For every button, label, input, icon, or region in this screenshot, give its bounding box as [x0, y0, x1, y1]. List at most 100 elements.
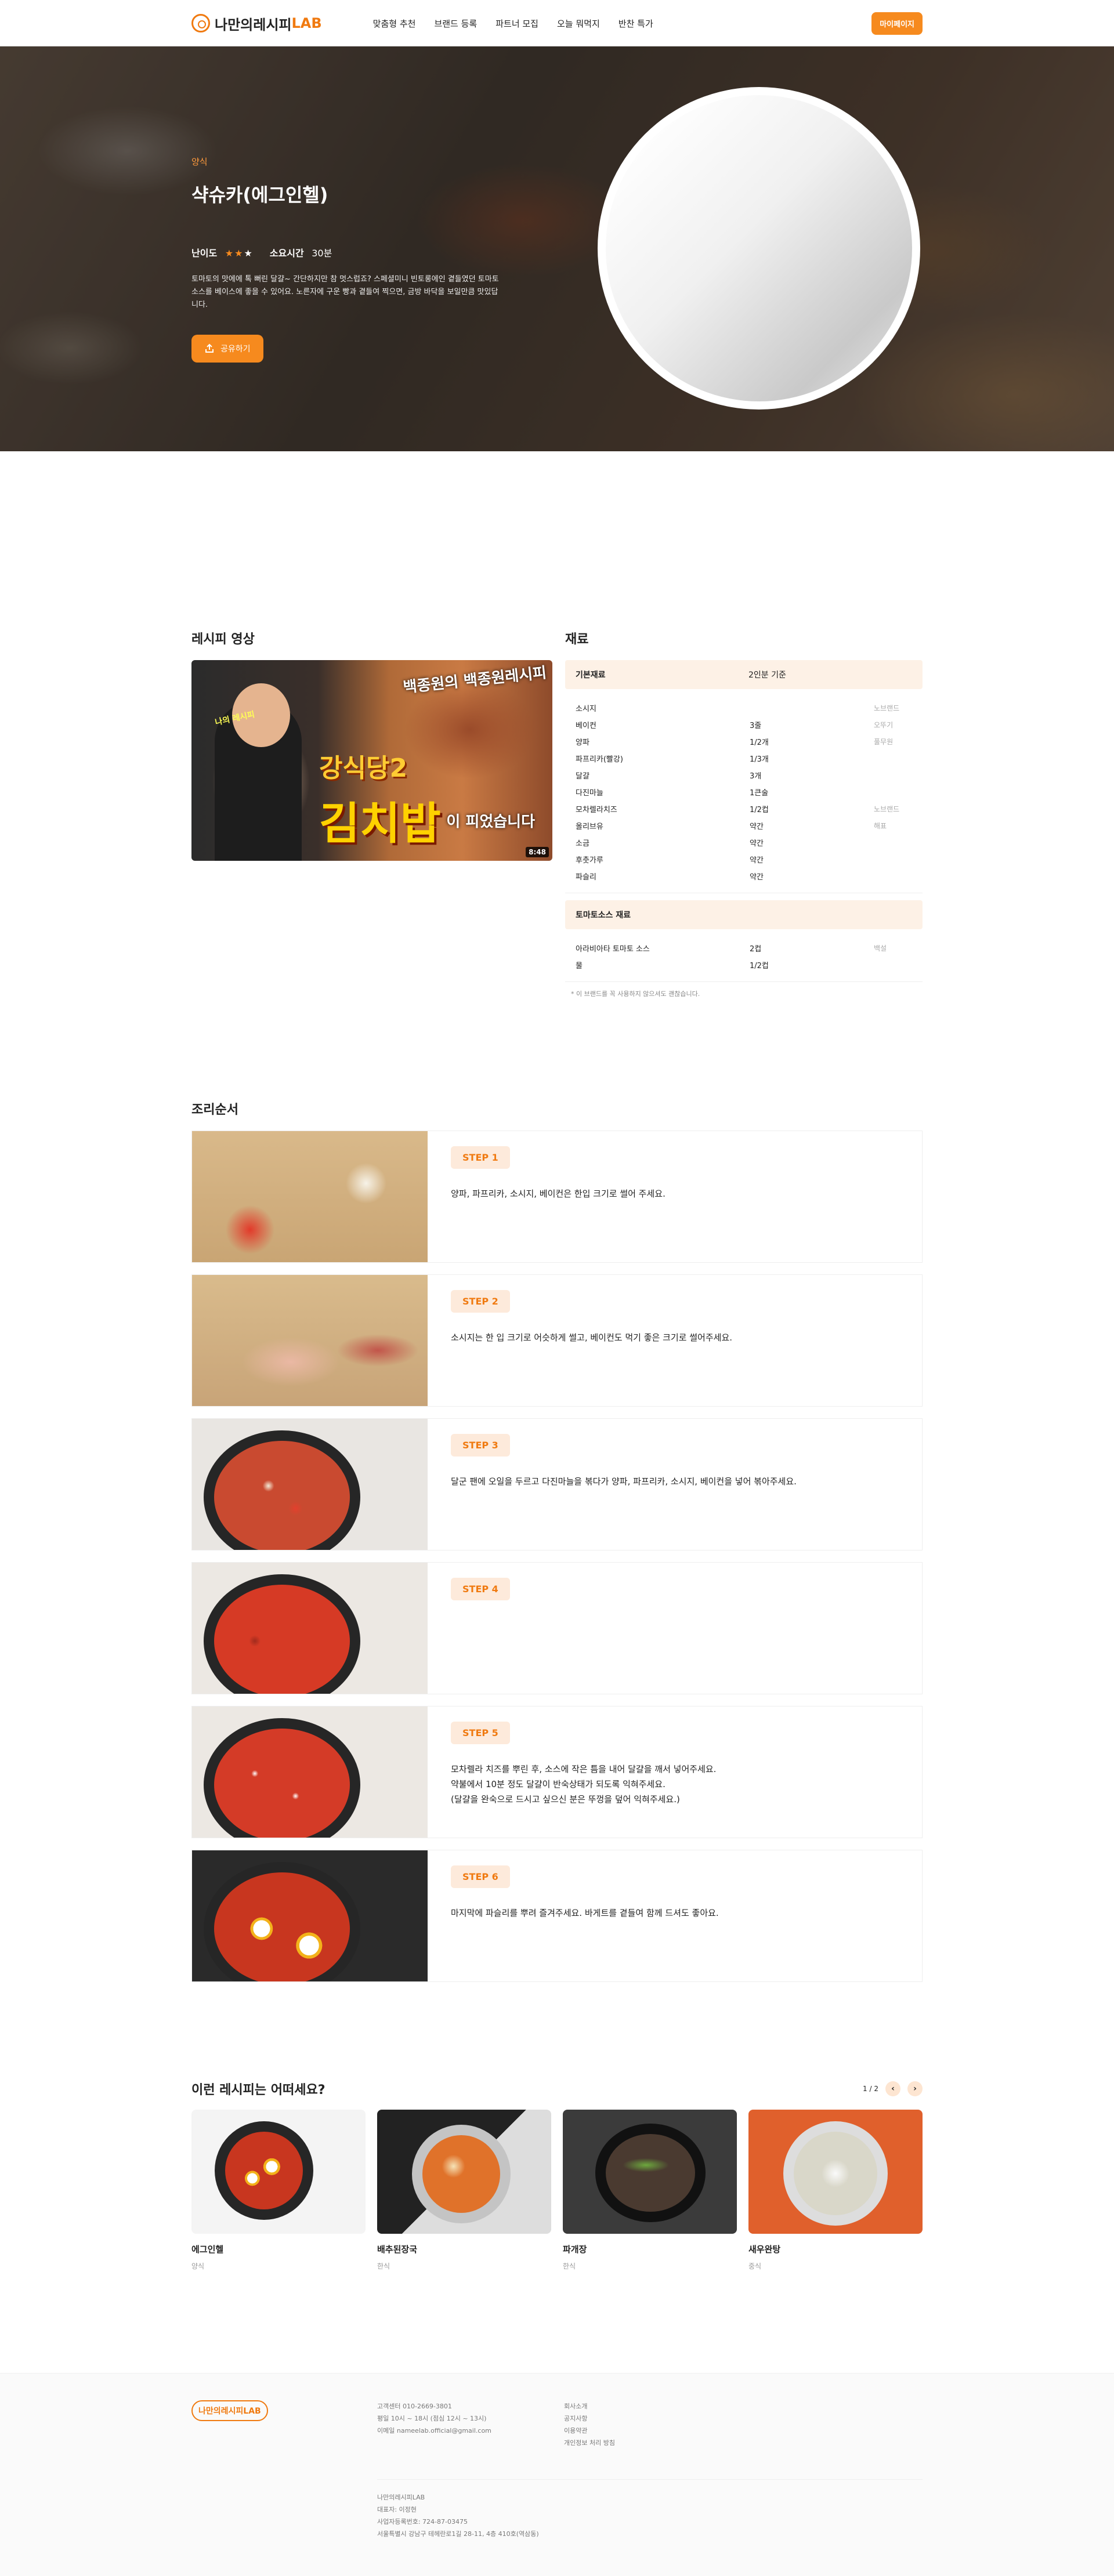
step-text: 모차렐라 치즈를 뿌린 후, 소스에 작은 틈을 내어 달걀을 깨서 넣어주세요…: [451, 1764, 717, 1805]
steps-section: 조리순서 STEP 1 양파, 파프리카, 소시지, 베이컨은 한입 크기로 썰어…: [191, 1099, 923, 1982]
footer-link-terms[interactable]: 이용약관: [564, 2425, 751, 2437]
step-text: 마지막에 파슬리를 뿌려 즐겨주세요. 바게트를 곁들여 함께 드셔도 좋아요.: [451, 1908, 719, 1918]
ingredient-row: 소금 약간: [576, 834, 912, 851]
ingredient-qty: 2컵: [750, 945, 762, 954]
ingredient-name: 소금: [576, 839, 589, 848]
recipe-video-thumbnail[interactable]: 나의 레시피 백종원의 백종원레시피 강식당2 김치밥 이 피었습니다 8:48: [191, 660, 552, 861]
step-card: STEP 2 소시지는 한 입 크기로 어슷하게 썰고, 베이컨도 먹기 좋은 크…: [191, 1274, 923, 1407]
ingredients-head-left: 기본재료: [576, 671, 606, 680]
nav-item-side-dish-sale[interactable]: 반찬 특가: [619, 17, 653, 30]
logo[interactable]: 나만의레시피 LAB: [191, 13, 322, 34]
ingredient-qty: 약간: [750, 823, 764, 831]
recipe-card[interactable]: 배추된장국 한식: [377, 2110, 551, 2271]
ingredient-name: 양파: [576, 738, 589, 747]
step-badge: STEP 1: [451, 1146, 510, 1169]
ingredient-row: 소시지 노브랜드: [576, 700, 912, 716]
recipe-card-image[interactable]: [191, 2110, 366, 2234]
step-badge: STEP 5: [451, 1722, 510, 1744]
recipe-card-image[interactable]: [563, 2110, 737, 2234]
ingredients-section-title: 재료: [565, 632, 589, 647]
ingredient-name: 파프리카(빨강): [576, 755, 623, 764]
recipe-card-image[interactable]: [748, 2110, 923, 2234]
nav-item-recommend[interactable]: 맞춤형 추천: [373, 17, 416, 30]
star-icon: ★★: [225, 248, 244, 259]
prev-arrow-icon[interactable]: ‹: [885, 2081, 900, 2096]
share-button[interactable]: 공유하기: [191, 335, 263, 363]
ingredients-list: 소시지 노브랜드 베이컨 3줄 오뚜기 양파 1/2개 풀무원 파프리카(빨강) 1/3개 달걀 3개…: [565, 689, 923, 893]
footer-logo[interactable]: 나만의레시피LAB: [191, 2400, 377, 2449]
hero-dish-image: [598, 87, 920, 410]
step-image: [192, 1131, 428, 1262]
ingredient-row: 물 1/2컵: [576, 957, 912, 973]
footer-link-privacy[interactable]: 개인정보 처리 방침: [564, 2437, 751, 2449]
footer-links: 회사소개 공지사항 이용약관 개인정보 처리 방침: [564, 2400, 751, 2449]
hero-info: 양식 샥슈카(에그인헬) 난이도 ★★★ 소요시간 30분 토마토의 맛에에 톡…: [191, 155, 505, 363]
step-card: STEP 6 마지막에 파슬리를 뿌려 즐겨주세요. 바게트를 곁들여 함께 드셔…: [191, 1850, 923, 1982]
site-header: 나만의레시피 LAB 맞춤형 추천 브랜드 등록 파트너 모집 오늘 뭐먹지 반찬…: [0, 0, 1114, 46]
pan-image: [204, 1862, 360, 1981]
time-label: 소요시간: [269, 248, 304, 259]
pan-image: [204, 1718, 360, 1838]
ingredient-brand[interactable]: 노브랜드: [874, 804, 899, 814]
ingredient-name: 올리브유: [576, 823, 603, 831]
footer-link-notice[interactable]: 공지사항: [564, 2412, 751, 2425]
recipe-card-name[interactable]: 파개장: [563, 2243, 737, 2255]
ingredient-row: 파프리카(빨강) 1/3개: [576, 750, 912, 767]
step-card: STEP 4: [191, 1562, 923, 1694]
share-icon: [204, 343, 215, 354]
footer-link-about[interactable]: 회사소개: [564, 2400, 751, 2412]
recipe-card-name[interactable]: 에그인헬: [191, 2243, 366, 2255]
step-badge: STEP 2: [451, 1290, 510, 1313]
recipe-card-image[interactable]: [377, 2110, 551, 2234]
next-arrow-icon[interactable]: ›: [907, 2081, 923, 2096]
logo-lab-text: LAB: [291, 15, 322, 31]
ingredient-qty: 1큰술: [750, 789, 769, 798]
step-body: STEP 6 마지막에 파슬리를 뿌려 즐겨주세요. 바게트를 곁들여 함께 드셔…: [428, 1850, 922, 1981]
time-value: 30분: [312, 248, 332, 259]
recipe-card[interactable]: 새우완탕중식: [748, 2110, 923, 2271]
ingredients-head-right: 2인분 기준: [748, 671, 786, 680]
video-duration: 8:48: [526, 847, 549, 857]
step-body: STEP 2 소시지는 한 입 크기로 어슷하게 썰고, 베이컨도 먹기 좋은 크…: [428, 1275, 922, 1406]
ingredient-row: 후춧가루 약간: [576, 851, 912, 868]
recipe-description: 토마토의 맛에에 톡 뻐린 달걀~ 간단하지만 참 멋스럽죠? 스페셜미니 빈토…: [191, 275, 499, 309]
ingredient-name: 다진마늘: [576, 789, 603, 798]
share-label: 공유하기: [220, 345, 251, 354]
ingredients-header: 기본재료 2인분 기준: [565, 660, 923, 689]
mypage-button[interactable]: 마이페이지: [871, 12, 923, 35]
pager-count: 1 / 2: [863, 2085, 878, 2093]
ingredient-qty: 1/3개: [750, 755, 769, 764]
recommend-header: 이런 레시피는 어떠세요? 1 / 2 ‹ ›: [191, 2079, 923, 2098]
ingredient-name: 달걀: [576, 772, 589, 781]
ingredient-brand[interactable]: 해표: [874, 821, 887, 831]
step-card: STEP 5 모차렐라 치즈를 뿌린 후, 소스에 작은 틈을 내어 달걀을 깨서…: [191, 1706, 923, 1838]
recipe-card-category: 한식: [563, 2262, 576, 2270]
ingredient-name: 물: [576, 962, 583, 970]
recommend-pager: 1 / 2 ‹ ›: [863, 2081, 923, 2096]
ingredient-row: 양파 1/2개 풀무원: [576, 733, 912, 750]
ingredient-qty: 약간: [750, 839, 764, 848]
cook-time: 소요시간 30분: [270, 245, 332, 259]
ingredient-name: 베이컨: [576, 722, 596, 730]
ingredient-row: 파슬리 약간: [576, 868, 912, 885]
video-text-tail: 이 피었습니다: [446, 813, 535, 831]
ingredient-qty: 1/2컵: [750, 962, 769, 970]
nav-item-partner[interactable]: 파트너 모집: [495, 17, 538, 30]
recipe-card-name[interactable]: 새우완탕: [748, 2243, 923, 2255]
ingredient-brand[interactable]: 백설: [874, 943, 887, 953]
recipe-title: 샥슈카(에그인헬): [191, 184, 328, 206]
recipe-card[interactable]: 파개장한식: [563, 2110, 737, 2271]
ingredient-qty: 1/2개: [750, 738, 769, 747]
ingredient-brand[interactable]: 풀무원: [874, 737, 893, 747]
ingredient-brand[interactable]: 오뚜기: [874, 720, 893, 730]
step-image: [192, 1563, 428, 1694]
ingredient-qty: 3개: [750, 772, 762, 781]
recipe-card-name[interactable]: 배추된장국: [377, 2243, 551, 2255]
recipe-card-category: 중식: [748, 2262, 762, 2270]
ingredient-name: 후춧가루: [576, 856, 603, 865]
recipe-card[interactable]: 에그인헬 양식: [191, 2110, 366, 2271]
nav-item-today[interactable]: 오늘 뭐먹지: [557, 17, 600, 30]
nav-item-brand-register[interactable]: 브랜드 등록: [434, 17, 477, 30]
ingredient-brand[interactable]: 노브랜드: [874, 703, 899, 713]
sauce-ingredients-list: 아라비아타 토마토 소스 2컵 백설 물 1/2컵: [565, 929, 923, 982]
